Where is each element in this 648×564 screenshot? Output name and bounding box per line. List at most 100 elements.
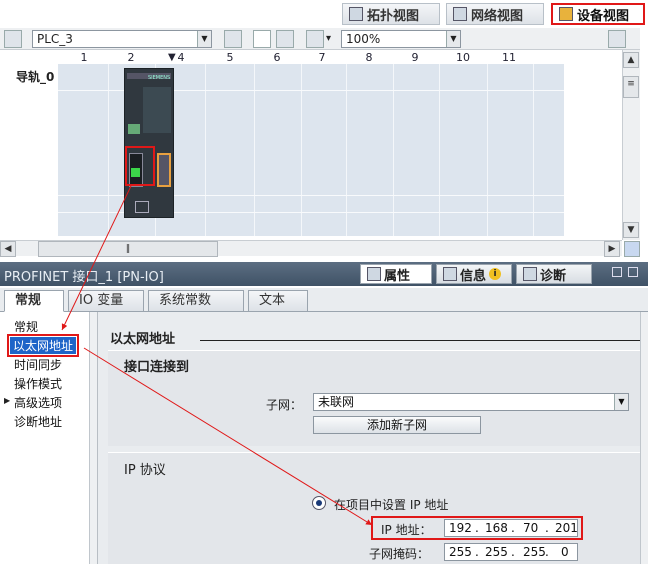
tab-properties[interactable]: 属性: [360, 264, 432, 284]
subnet-mask-label: 子网掩码：: [369, 547, 430, 561]
subtab-general[interactable]: 常规: [4, 290, 64, 312]
ip-protocol-title: IP 协议: [124, 463, 166, 478]
ip-octet-4: 201: [555, 521, 578, 535]
scroll-thumb[interactable]: ≡: [623, 76, 639, 98]
scroll-left-icon[interactable]: ◀: [0, 241, 16, 257]
topology-icon: [349, 7, 363, 21]
chevron-down-icon[interactable]: ▼: [197, 31, 211, 47]
scroll-thumb[interactable]: ‖: [38, 241, 218, 257]
tab-diagnostics[interactable]: 诊断: [516, 264, 592, 284]
chevron-down-icon[interactable]: ▼: [614, 394, 628, 410]
properties-icon: [367, 267, 381, 281]
zoom-value: 100%: [346, 32, 381, 46]
device-icon: [559, 7, 573, 21]
slot-number: 7: [318, 51, 326, 64]
device-toolbar: PLC_3 ▼ ▾ 100% ▼: [0, 28, 640, 50]
device-select[interactable]: PLC_3 ▼: [32, 30, 212, 48]
section-title: 以太网地址: [110, 332, 176, 347]
expand-arrow-icon[interactable]: ▶: [4, 396, 10, 405]
section-divider: [200, 340, 640, 341]
canvas-vertical-scrollbar[interactable]: ▲ ≡ ▼: [622, 50, 640, 240]
mask-octet-3: 255: [523, 545, 546, 559]
mask-octet-2: 255: [485, 545, 508, 559]
overview-icon[interactable]: [624, 241, 640, 257]
network-view-label: 网络视图: [471, 8, 524, 24]
canvas-horizontal-scrollbar[interactable]: ◀ ‖ ▶: [0, 240, 622, 257]
topology-view-tab[interactable]: 拓扑视图: [342, 3, 440, 25]
info-icon: [443, 267, 457, 281]
subtab-io-tags[interactable]: IO 变量: [68, 290, 144, 312]
topology-view-label: 拓扑视图: [367, 8, 420, 24]
device-select-value: PLC_3: [37, 32, 73, 46]
network-overview-icon[interactable]: [224, 30, 242, 48]
inspector-subtabs: 常规 IO 变量 系统常数 文本: [0, 288, 648, 312]
ip-address-field[interactable]: 192 . 168 . 70 . 201: [444, 519, 578, 537]
ip-octet-2: 168: [485, 521, 508, 535]
restore-icon[interactable]: [612, 267, 622, 277]
view-switcher: 拓扑视图 网络视图 设备视图: [0, 0, 648, 28]
inspector-header: PROFINET 接口_1 [PN-IO] 属性 信息 i 诊断: [0, 262, 648, 286]
zoom-select[interactable]: 100% ▼: [341, 30, 461, 48]
info-badge-icon: i: [489, 268, 502, 280]
tab-info[interactable]: 信息 i: [436, 264, 512, 284]
rail-label: 导轨_0: [16, 70, 55, 84]
mask-octet-4: 0: [561, 545, 569, 559]
subtab-system-constants[interactable]: 系统常数: [148, 290, 244, 312]
add-subnet-button[interactable]: 添加新子网: [313, 416, 481, 434]
subnet-value: 未联网: [318, 395, 355, 409]
scroll-up-icon[interactable]: ▲: [623, 52, 639, 68]
maximize-icon[interactable]: [628, 267, 638, 277]
slot-number: 11: [502, 51, 516, 64]
content-scrollbar[interactable]: [640, 312, 648, 564]
zoom-in-icon[interactable]: [306, 30, 324, 48]
serial-port[interactable]: [157, 153, 171, 187]
subtab-texts[interactable]: 文本: [248, 290, 308, 312]
slot-number: 8: [365, 51, 373, 64]
panel-toggle-icon[interactable]: [608, 30, 626, 48]
nav-scrollbar[interactable]: [90, 312, 98, 564]
slot-number: 1: [80, 51, 88, 64]
set-ip-radio[interactable]: [312, 496, 326, 510]
scroll-right-icon[interactable]: ▶: [604, 241, 620, 257]
ip-octet-3: 70: [523, 521, 539, 535]
subnet-label: 子网：: [266, 398, 303, 412]
subnet-mask-field[interactable]: 255 . 255 . 255 . 0: [444, 543, 578, 561]
module-brand: SIEMENS: [148, 75, 171, 81]
interface-title: 接口连接到: [124, 360, 190, 375]
pin-icon[interactable]: [4, 30, 22, 48]
device-view-label: 设备视图: [577, 8, 630, 24]
network-view-tab[interactable]: 网络视图: [446, 3, 544, 25]
tab-diagnostics-label: 诊断: [540, 268, 567, 284]
slot-number: 10: [456, 51, 470, 64]
tab-info-label: 信息: [460, 268, 487, 284]
zoom-arrow-icon[interactable]: ▾: [326, 33, 331, 44]
ip-octet-1: 192: [449, 521, 472, 535]
insert-marker-icon: ▼: [168, 52, 176, 63]
slot-number: 9: [411, 51, 419, 64]
chevron-down-icon[interactable]: ▼: [446, 31, 460, 47]
network-icon: [453, 7, 467, 21]
slot-number: 2: [127, 51, 135, 64]
mask-octet-1: 255: [449, 545, 472, 559]
diagnostics-icon: [523, 267, 537, 281]
ip-label: IP 地址：: [381, 523, 432, 537]
nav-general[interactable]: 常规: [14, 318, 38, 335]
inspector-title: PROFINET 接口_1 [PN-IO]: [4, 270, 164, 285]
tab-properties-label: 属性: [384, 268, 411, 284]
pointer-tool-icon[interactable]: [253, 30, 271, 48]
scroll-down-icon[interactable]: ▼: [623, 222, 639, 238]
subnet-select[interactable]: 未联网 ▼: [313, 393, 629, 411]
inspector-nav: 常规 以太网地址 时间同步 操作模式 ▶ 高级选项 诊断地址: [0, 312, 90, 564]
slot-number: 6: [273, 51, 281, 64]
nav-ethernet-address[interactable]: 以太网地址: [6, 334, 80, 357]
slot-number: 5: [226, 51, 234, 64]
nav-operating-mode[interactable]: 操作模式: [14, 375, 62, 392]
grid-icon[interactable]: [276, 30, 294, 48]
port-highlight: [125, 146, 155, 186]
nav-advanced-options[interactable]: 高级选项: [14, 394, 62, 411]
set-ip-radio-label: 在项目中设置 IP 地址: [334, 498, 449, 512]
device-view-tab[interactable]: 设备视图: [551, 3, 645, 25]
cpu-module[interactable]: SIEMENS: [124, 68, 174, 218]
nav-time-sync[interactable]: 时间同步: [14, 356, 62, 373]
nav-diagnostic-address[interactable]: 诊断地址: [14, 413, 62, 430]
